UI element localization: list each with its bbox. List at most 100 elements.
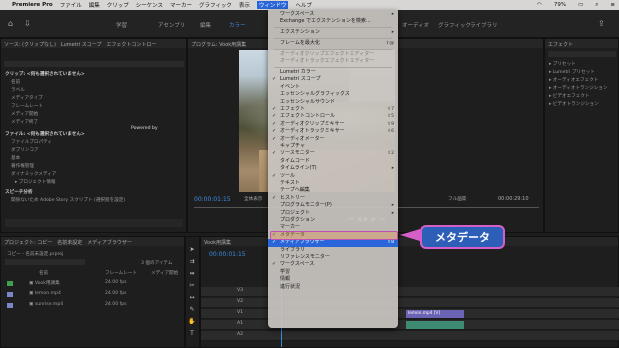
track-label[interactable]: V1: [237, 310, 243, 315]
home-icon[interactable]: ⌂: [8, 19, 13, 28]
project-search[interactable]: [5, 259, 85, 265]
selection-tool-icon[interactable]: ➤: [188, 246, 196, 254]
menu-item-info[interactable]: 情報: [268, 276, 398, 283]
fit-dropdown[interactable]: 全体表示: [244, 196, 262, 202]
menu-item-maximize-frame[interactable]: フレームを最大化 ⇧@: [268, 40, 398, 47]
tab-learn[interactable]: 学習: [116, 21, 127, 29]
menubar-item-sequence[interactable]: シーケンス: [136, 1, 163, 9]
menubar-item-marker[interactable]: マーカー: [170, 1, 192, 9]
menubar-item-clip[interactable]: クリップ: [107, 1, 129, 9]
track-label[interactable]: A2: [237, 332, 243, 337]
control-center-icon[interactable]: ≡: [610, 2, 615, 8]
menu-item-essential-sound[interactable]: エッセンシャルサウンド: [268, 99, 398, 106]
track-label[interactable]: A1: [237, 321, 243, 326]
project-tabs[interactable]: プロジェクト: コピー 名前未設定 メディアブラウザー: [1, 237, 184, 246]
menubar-item-graphics[interactable]: グラフィック: [199, 1, 232, 9]
menu-item-timelines[interactable]: タイムライン(T) ▸: [268, 165, 398, 172]
menu-item-program-monitor[interactable]: プログラムモニター(P) ▸: [268, 202, 398, 209]
ripple-edit-icon[interactable]: ⇹: [188, 270, 196, 278]
battery-level[interactable]: 79%: [554, 2, 566, 8]
tab-edit[interactable]: 編集: [200, 21, 211, 29]
video-clip[interactable]: lemon.mp4 [V]: [406, 310, 464, 318]
wifi-icon[interactable]: ◠: [537, 2, 542, 8]
file-properties[interactable]: ファイルプロパティ: [11, 139, 52, 145]
effects-title[interactable]: エフェクト: [545, 39, 618, 48]
share-icon[interactable]: ⇪: [598, 19, 605, 28]
effects-item-presets[interactable]: ▸ プリセット: [549, 61, 576, 67]
menu-item-effects[interactable]: ✓ エフェクト ⇧7: [268, 106, 398, 113]
menu-item-libraries[interactable]: ライブラリ: [268, 247, 398, 254]
menu-item-exchange[interactable]: Exchange でエクステンションを検索...: [268, 18, 398, 25]
menu-item-edit-to-tape[interactable]: テープへ編集: [268, 187, 398, 194]
menu-item-projects[interactable]: プロジェクト ▸: [268, 210, 398, 217]
quality-dropdown[interactable]: フル画質: [448, 196, 466, 202]
import-icon[interactable]: ⇩: [24, 19, 31, 28]
effects-item-audio-effects[interactable]: ▸ オーディオエフェクト: [549, 77, 598, 83]
pen-icon[interactable]: ✎: [188, 306, 196, 314]
search-field[interactable]: [4, 61, 184, 67]
menu-item-workspaces[interactable]: ✓ ワークスペース: [268, 261, 398, 268]
menu-item-audio-meters[interactable]: ✓ オーディオメーター: [268, 136, 398, 143]
tab-graphics[interactable]: グラフィック: [438, 21, 471, 29]
panel-tabs[interactable]: ソース: (クリップなし) Lumetri スコープ エフェクトコントロー: [1, 39, 186, 48]
menu-item-essential-graphics[interactable]: エッセンシャルグラフィックス: [268, 91, 398, 98]
menu-item-tools[interactable]: ✓ ツール: [268, 173, 398, 180]
effects-item-lumetri[interactable]: ▸ Lumetri プリセット: [549, 69, 595, 75]
menu-item-reference-monitor[interactable]: リファレンスモニター: [268, 254, 398, 261]
menu-item-effect-controls[interactable]: ✓ エフェクトコントロール ⇧5: [268, 113, 398, 120]
col-media-start[interactable]: メディア開始: [151, 270, 178, 276]
menu-item-lumetri-color[interactable]: Lumetri カラー: [268, 69, 398, 76]
table-row[interactable]: ▣ sunrise.mp4: [29, 302, 63, 307]
tab-color[interactable]: カラー: [229, 21, 246, 29]
menubar-item-window[interactable]: ウィンドウ: [256, 1, 289, 9]
menu-item-audio-track-mixer[interactable]: ✓ オーディオトラックミキサー ⇧6: [268, 128, 398, 135]
tab-libraries[interactable]: ライブラリ: [470, 21, 498, 29]
project-info[interactable]: ▸ プロジェクト情報: [15, 179, 56, 185]
razor-icon[interactable]: ✂: [188, 282, 196, 290]
checkmark-icon: ✓: [272, 106, 277, 112]
tab-audio[interactable]: オーディオ: [402, 21, 429, 29]
menu-item-production[interactable]: プロダクション: [268, 217, 398, 224]
table-row[interactable]: ▣ lemon.mp4: [29, 291, 61, 296]
item-count: 3 個のアイテム: [141, 261, 173, 266]
program-timecode[interactable]: 00:00:01:15: [194, 196, 231, 203]
table-row[interactable]: ▣ Vook用講集: [29, 280, 60, 286]
hand-icon[interactable]: ✋: [188, 318, 196, 326]
menu-item-extensions[interactable]: エクステンション ▸: [268, 29, 398, 36]
menubar-item-file[interactable]: ファイル: [60, 1, 82, 9]
clip-header: クリップ: <何も選択されていません>: [5, 72, 85, 77]
menubar-item-help[interactable]: ヘルプ: [295, 1, 312, 9]
menu-item-progress[interactable]: 進行状況: [268, 284, 398, 291]
basic[interactable]: 基本: [11, 155, 20, 161]
menu-item-source-monitor[interactable]: ✓ ソースモニター ⇧2: [268, 150, 398, 157]
app-name[interactable]: Premiere Pro: [12, 2, 53, 8]
effects-search[interactable]: [548, 51, 616, 57]
slip-icon[interactable]: ↔: [188, 294, 196, 302]
track-label[interactable]: V3: [237, 288, 243, 293]
type-icon[interactable]: T: [188, 330, 196, 338]
menubar-item-view[interactable]: 表示: [239, 1, 250, 9]
col-name[interactable]: 名前: [39, 270, 48, 276]
menu-item-media-browser[interactable]: ✓ メディアブラウザー ⇧8: [268, 239, 398, 247]
effects-item-audio-transitions[interactable]: ▸ オーディオトランジション: [549, 85, 608, 91]
col-framerate[interactable]: フレームレート: [105, 270, 137, 276]
effects-item-video-effects[interactable]: ▸ ビデオエフェクト: [549, 93, 590, 99]
search-icon[interactable]: ⌕: [595, 2, 598, 9]
transport-controls[interactable]: [5, 219, 183, 227]
rights-management[interactable]: 著作権管理: [11, 163, 34, 169]
audio-clip[interactable]: [406, 321, 464, 329]
track-v2[interactable]: [201, 298, 619, 308]
track-label[interactable]: V2: [237, 299, 243, 304]
timeline-timecode[interactable]: 00:00:01:15: [209, 251, 246, 258]
battery-icon[interactable]: ▭: [578, 2, 583, 8]
track-select-icon[interactable]: ⇉: [188, 258, 196, 266]
dynamic-media[interactable]: ダイナミックメディア: [11, 171, 56, 177]
dublin-core[interactable]: ダブリンコア: [11, 147, 39, 153]
effects-item-video-transitions[interactable]: ▸ ビデオトランジション: [549, 101, 599, 107]
tab-assembly[interactable]: アセンブリ: [158, 21, 185, 29]
track-v3[interactable]: [201, 287, 619, 297]
track-a2[interactable]: [201, 331, 619, 341]
menubar-item-edit[interactable]: 編集: [89, 1, 100, 9]
menu-item-lumetri-scopes[interactable]: ✓ Lumetri スコープ: [268, 76, 398, 83]
menu-separator: [274, 49, 392, 50]
